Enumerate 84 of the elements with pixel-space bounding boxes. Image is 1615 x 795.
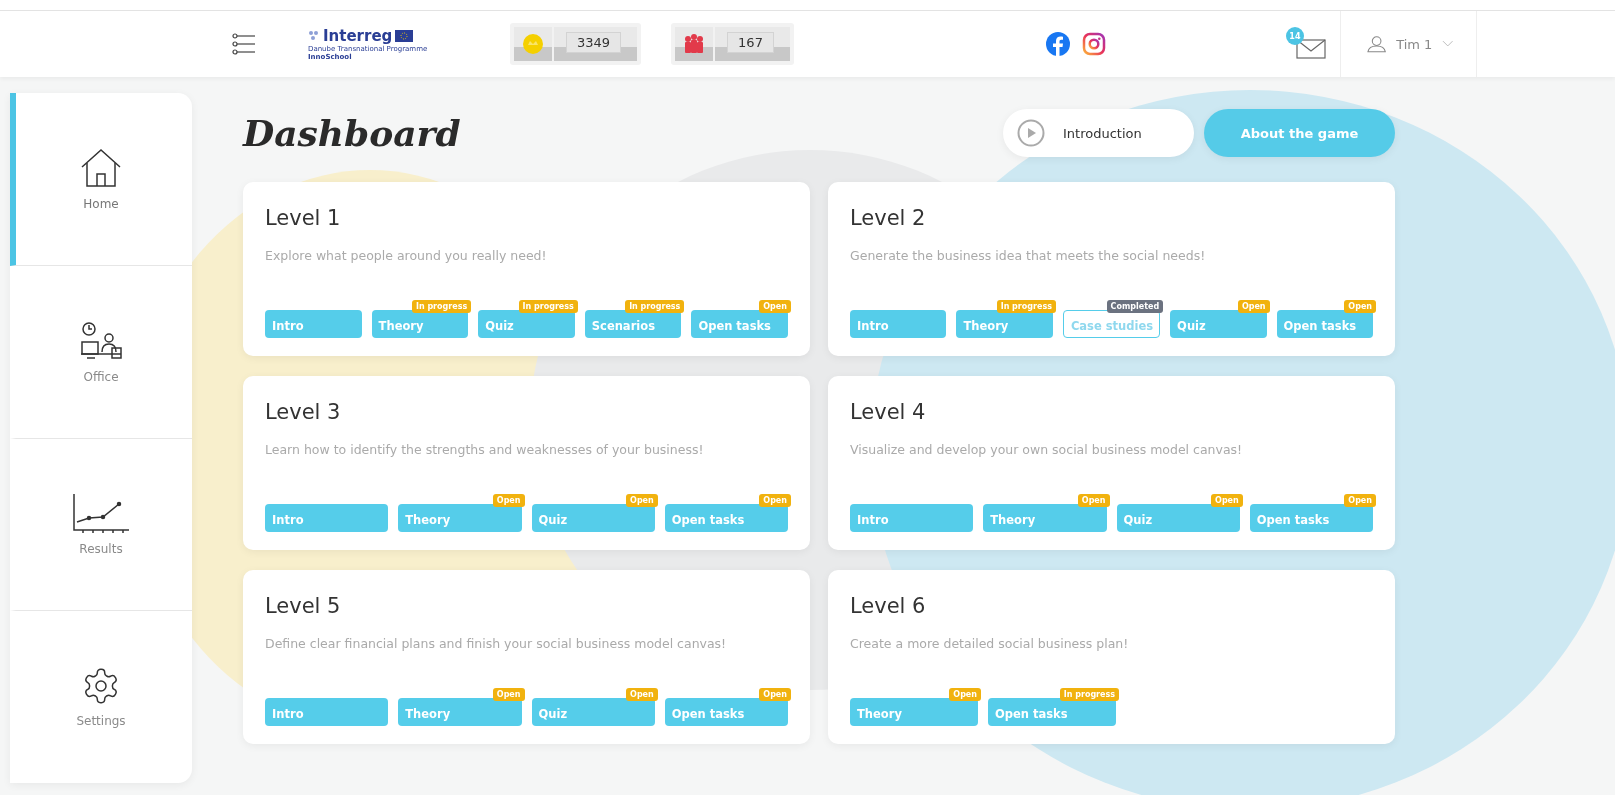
task-button[interactable]: Open tasks bbox=[691, 310, 788, 338]
status-badge: In progress bbox=[1059, 688, 1119, 701]
chevron-down-icon bbox=[1442, 40, 1454, 48]
task-button[interactable]: Open tasks bbox=[1249, 504, 1373, 532]
status-badge: Open bbox=[492, 494, 525, 507]
task-button[interactable]: Intro bbox=[265, 504, 389, 532]
home-icon bbox=[79, 146, 123, 189]
level-title: Level 2 bbox=[850, 206, 927, 230]
task-button[interactable]: Open tasks bbox=[664, 698, 788, 726]
level-description: Define clear financial plans and finish your social business model canvas! bbox=[265, 636, 728, 651]
status-badge: Open bbox=[759, 494, 791, 507]
level-description: Explore what people around you really need! bbox=[265, 248, 548, 263]
status-badge: Open bbox=[1237, 300, 1270, 313]
coin-icon bbox=[522, 33, 544, 55]
message-count-badge: 14 bbox=[1285, 27, 1304, 45]
level-title: Level 1 bbox=[265, 206, 342, 230]
menu-button[interactable] bbox=[232, 33, 256, 55]
level-title: Level 6 bbox=[850, 594, 927, 618]
level-description: Visualize and develop your own social business model canvas! bbox=[850, 442, 1244, 457]
task-button[interactable]: Quiz bbox=[1170, 310, 1267, 338]
play-icon bbox=[1017, 119, 1045, 147]
status-badge: Open bbox=[1077, 494, 1110, 507]
status-badge: Open bbox=[759, 300, 791, 313]
dots-icon bbox=[308, 30, 320, 42]
status-badge: Completed bbox=[1106, 300, 1164, 313]
facebook-icon bbox=[1045, 32, 1070, 56]
sidebar-item[interactable]: Home bbox=[10, 93, 192, 266]
status-badge: Open bbox=[626, 688, 658, 701]
task-button[interactable]: Open tasks bbox=[988, 698, 1116, 726]
instagram-link[interactable] bbox=[1081, 32, 1106, 56]
task-button[interactable]: Intro bbox=[850, 310, 947, 338]
level-description: Generate the business idea that meets the social needs! bbox=[850, 248, 1207, 263]
task-button[interactable]: Theory bbox=[983, 504, 1107, 532]
task-button[interactable]: Open tasks bbox=[1276, 310, 1373, 338]
task-button[interactable]: Quiz bbox=[478, 310, 575, 338]
page-title: Dashboard bbox=[243, 112, 462, 154]
task-button[interactable]: Intro bbox=[265, 698, 389, 726]
counter-value: 3349 bbox=[566, 32, 622, 53]
task-button[interactable]: Theory bbox=[956, 310, 1053, 338]
introduction-button[interactable]: Introduction bbox=[1003, 109, 1194, 157]
status-badge: In progress bbox=[625, 300, 685, 313]
status-badge: Open bbox=[1344, 494, 1376, 507]
status-badge: Open bbox=[759, 688, 791, 701]
facebook-link[interactable] bbox=[1045, 32, 1070, 56]
office-desk-icon bbox=[79, 319, 123, 362]
task-button[interactable]: Quiz bbox=[531, 504, 655, 532]
task-button[interactable]: Intro bbox=[265, 310, 362, 338]
status-badge: Open bbox=[492, 688, 525, 701]
task-button[interactable]: Open tasks bbox=[664, 504, 788, 532]
task-button[interactable]: Quiz bbox=[531, 698, 655, 726]
user-icon bbox=[1366, 35, 1387, 53]
level-description: Create a more detailed social business plan! bbox=[850, 636, 1130, 651]
counter-value: 167 bbox=[727, 32, 774, 53]
user-menu[interactable]: Tim 1 bbox=[1339, 11, 1477, 77]
task-button[interactable]: Theory bbox=[398, 504, 522, 532]
task-button[interactable]: Case studies bbox=[1062, 310, 1161, 338]
task-button[interactable]: Quiz bbox=[1116, 504, 1240, 532]
sidebar-item[interactable]: Results bbox=[10, 438, 192, 612]
task-button[interactable]: Theory bbox=[850, 698, 978, 726]
logo-title: Interreg bbox=[323, 27, 393, 45]
sidebar-item[interactable]: Settings bbox=[10, 611, 192, 783]
line-chart-icon bbox=[71, 492, 131, 535]
level-title: Level 3 bbox=[265, 400, 342, 424]
status-badge: Open bbox=[949, 688, 981, 701]
about-button[interactable]: About the game bbox=[1204, 109, 1395, 157]
instagram-icon bbox=[1081, 32, 1106, 56]
flag-icon bbox=[395, 30, 414, 42]
task-button[interactable]: Theory bbox=[371, 310, 469, 338]
level-title: Level 5 bbox=[265, 594, 342, 618]
status-badge: In progress bbox=[411, 300, 472, 313]
status-badge: Open bbox=[1211, 494, 1243, 507]
status-badge: In progress bbox=[518, 300, 578, 313]
level-title: Level 4 bbox=[850, 400, 927, 424]
level-description: Learn how to identify the strengths and weaknesses of your business! bbox=[265, 442, 705, 457]
status-badge: Open bbox=[626, 494, 658, 507]
task-button[interactable]: Scenarios bbox=[584, 310, 682, 338]
mail-icon bbox=[1295, 39, 1326, 59]
menu-icon bbox=[232, 33, 256, 55]
status-badge: Open bbox=[1344, 300, 1376, 313]
sidebar-item[interactable]: Office bbox=[10, 265, 192, 439]
messages-button[interactable]: 14 bbox=[1285, 29, 1326, 59]
status-badge: In progress bbox=[996, 300, 1056, 313]
task-button[interactable]: Theory bbox=[398, 698, 522, 726]
task-button[interactable]: Intro bbox=[850, 504, 974, 532]
